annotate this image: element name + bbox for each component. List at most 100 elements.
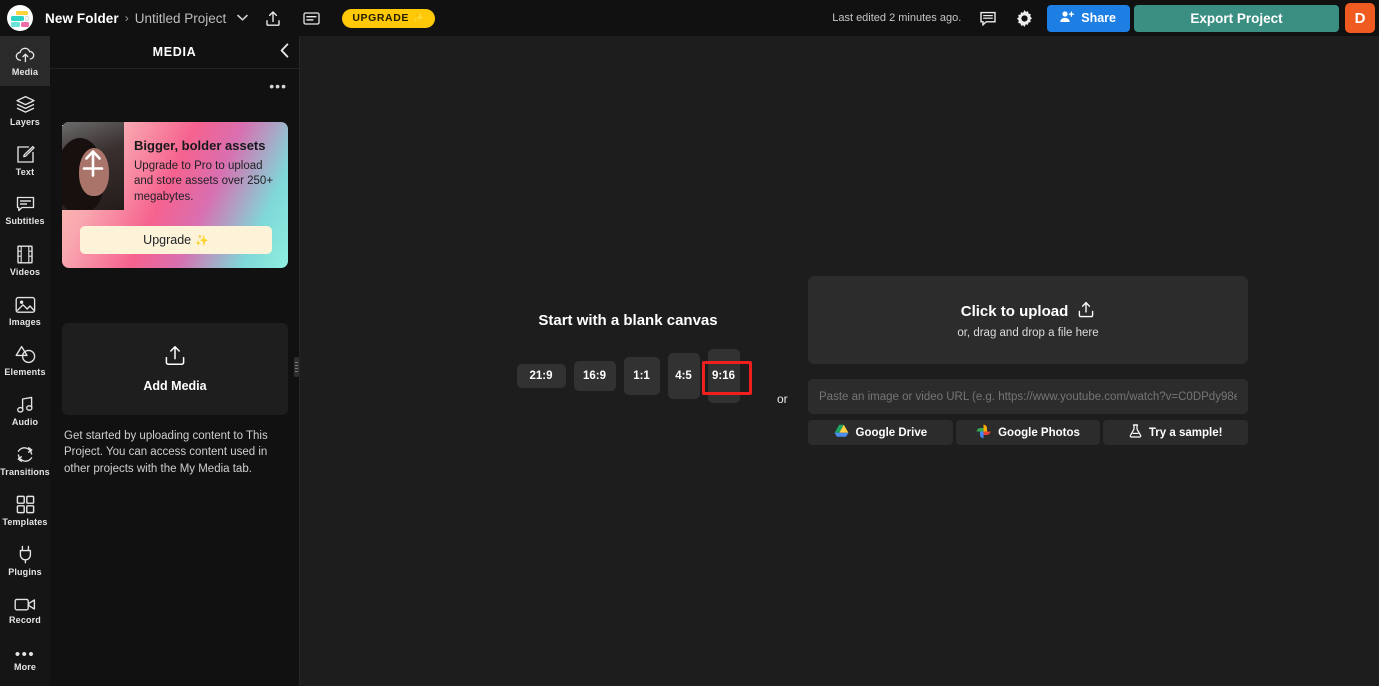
chevron-down-icon[interactable]: [237, 13, 249, 24]
flask-icon: [1129, 424, 1142, 441]
upload-title: Click to upload: [960, 303, 1069, 320]
app-logo[interactable]: [7, 5, 33, 31]
media-cloud-icon: [15, 46, 36, 64]
sidebar-item-audio[interactable]: Audio: [0, 386, 50, 436]
top-bar-right: Last edited 2 minutes ago. Share Export …: [832, 0, 1379, 36]
google-photos-button[interactable]: Google Photos: [955, 420, 1101, 445]
sidebar-item-record[interactable]: Record: [0, 586, 50, 636]
google-photos-label: Google Photos: [998, 426, 1080, 439]
sidebar-item-layers[interactable]: Layers: [0, 86, 50, 136]
panel-resize-handle[interactable]: [293, 355, 300, 379]
sidebar-item-label: Record: [9, 615, 41, 625]
avatar[interactable]: D: [1345, 3, 1375, 33]
media-panel-header: MEDIA: [50, 36, 299, 69]
ratio-button-9-16[interactable]: 9:16: [701, 349, 752, 403]
sidebar-item-label: Media: [11, 66, 39, 77]
sidebar-item-label: Layers: [10, 117, 40, 127]
upload-tray-icon: [164, 345, 186, 371]
sidebar-item-label: More: [13, 662, 37, 672]
breadcrumb-project-title[interactable]: Untitled Project: [135, 11, 227, 26]
ellipsis-icon[interactable]: •••: [269, 79, 287, 93]
sidebar-item-label: Templates: [2, 517, 48, 527]
try-sample-label: Try a sample!: [1148, 426, 1223, 439]
media-panel: MEDIA ••• THIS PROJECT MY MEDIA GOOGLE P…: [50, 36, 300, 686]
media-panel-hint: Get started by uploading content to This…: [64, 430, 268, 475]
ratio-button-16-9[interactable]: 16:9: [573, 361, 616, 391]
sidebar-item-transitions[interactable]: Transitions: [0, 436, 50, 486]
ratio-button-4-5[interactable]: 4:5: [667, 353, 700, 399]
chevron-left-icon[interactable]: [280, 43, 289, 62]
canvas-area: Start with a blank canvas 21:9 16:9 1:1 …: [300, 36, 1379, 686]
add-media-label: Add Media: [143, 379, 207, 393]
try-a-sample-button[interactable]: Try a sample!: [1103, 420, 1249, 445]
upload-title-row: Click to upload: [961, 301, 1096, 322]
upload-dropzone[interactable]: Click to upload or, drag and drop a file…: [808, 276, 1248, 364]
sidebar-item-more[interactable]: ••• More: [0, 636, 50, 686]
ratio-button-1-1[interactable]: 1:1: [623, 357, 660, 395]
promo-text: Bigger, bolder assets Upgrade to Pro to …: [134, 138, 282, 205]
promo-upgrade-button[interactable]: Upgrade ✨: [80, 226, 272, 254]
sidebar-item-label: Elements: [4, 367, 46, 377]
sidebar-item-label: Subtitles: [5, 216, 45, 226]
blank-canvas-title: Start with a blank canvas: [538, 312, 718, 329]
sidebar-item-label: Plugins: [8, 567, 42, 577]
url-input[interactable]: [819, 390, 1237, 403]
google-photos-icon: [976, 424, 991, 442]
sidebar-item-templates[interactable]: Templates: [0, 486, 50, 536]
upload-tray-icon: [1077, 301, 1095, 322]
upload-sources-row: Google Drive Google Photos Try a sample!: [808, 420, 1249, 445]
upgrade-button[interactable]: UPGRADE ✨: [342, 8, 435, 28]
google-drive-label: Google Drive: [855, 426, 928, 439]
text-edit-icon: [16, 145, 35, 164]
aspect-ratio-group: 21:9 16:9 1:1 4:5 9:16: [468, 349, 788, 403]
promo-upgrade-label: Upgrade: [143, 233, 192, 247]
record-camera-icon: [14, 597, 36, 612]
share-button[interactable]: Share: [1047, 4, 1130, 32]
comment-icon[interactable]: [975, 5, 1001, 31]
or-divider-label: or: [777, 392, 788, 406]
ratio-button-21-9[interactable]: 21:9: [516, 364, 566, 388]
image-icon: [15, 296, 36, 314]
share-label: Share: [1081, 11, 1116, 25]
sidebar-item-text[interactable]: Text: [0, 136, 50, 186]
upload-arrow-icon: [81, 146, 105, 187]
transitions-icon: [15, 445, 35, 464]
breadcrumb-separator: ›: [124, 11, 129, 25]
panel-title: MEDIA: [152, 45, 197, 59]
upgrade-label: UPGRADE: [352, 12, 410, 24]
ellipsis-icon: •••: [14, 646, 36, 663]
app-root: New Folder › Untitled Project UPGRADE ✨ …: [0, 0, 1379, 686]
sidebar-item-elements[interactable]: Elements: [0, 336, 50, 386]
plug-icon: [17, 545, 34, 564]
url-input-wrapper[interactable]: [808, 379, 1248, 414]
layers-icon: [15, 95, 36, 114]
sidebar-item-videos[interactable]: Videos: [0, 236, 50, 286]
shapes-icon: [15, 345, 36, 364]
sidebar-item-media[interactable]: Media: [0, 36, 50, 86]
sidebar-item-label: Audio: [11, 416, 39, 427]
export-project-button[interactable]: Export Project: [1134, 4, 1339, 32]
add-media-button[interactable]: Add Media: [62, 323, 288, 415]
sidebar-item-plugins[interactable]: Plugins: [0, 536, 50, 586]
promo-body: Upgrade to Pro to upload and store asset…: [134, 159, 274, 203]
sidebar-item-label: Text: [15, 167, 35, 177]
sparkle-icon: ✨: [413, 12, 425, 23]
sidebar-item-label: Images: [9, 316, 41, 327]
google-drive-button[interactable]: Google Drive: [808, 420, 953, 445]
last-edited-status: Last edited 2 minutes ago.: [832, 12, 962, 24]
sidebar-item-label: Transitions: [0, 467, 50, 477]
upgrade-promo-card: Bigger, bolder assets Upgrade to Pro to …: [62, 122, 288, 268]
sidebar-item-subtitles[interactable]: Subtitles: [0, 186, 50, 236]
google-drive-icon: [834, 424, 849, 441]
sidebar-item-images[interactable]: Images: [0, 286, 50, 336]
breadcrumb-folder[interactable]: New Folder: [45, 11, 119, 26]
film-icon: [17, 245, 33, 264]
grid-icon: [16, 495, 35, 514]
music-note-icon: [16, 396, 35, 414]
gear-icon[interactable]: [1011, 5, 1037, 31]
share-export-icon[interactable]: [260, 5, 286, 31]
top-bar: New Folder › Untitled Project UPGRADE ✨ …: [0, 0, 1379, 36]
captions-icon[interactable]: [298, 5, 324, 31]
add-person-icon: [1058, 10, 1075, 26]
sparkle-icon: ✨: [195, 234, 209, 247]
